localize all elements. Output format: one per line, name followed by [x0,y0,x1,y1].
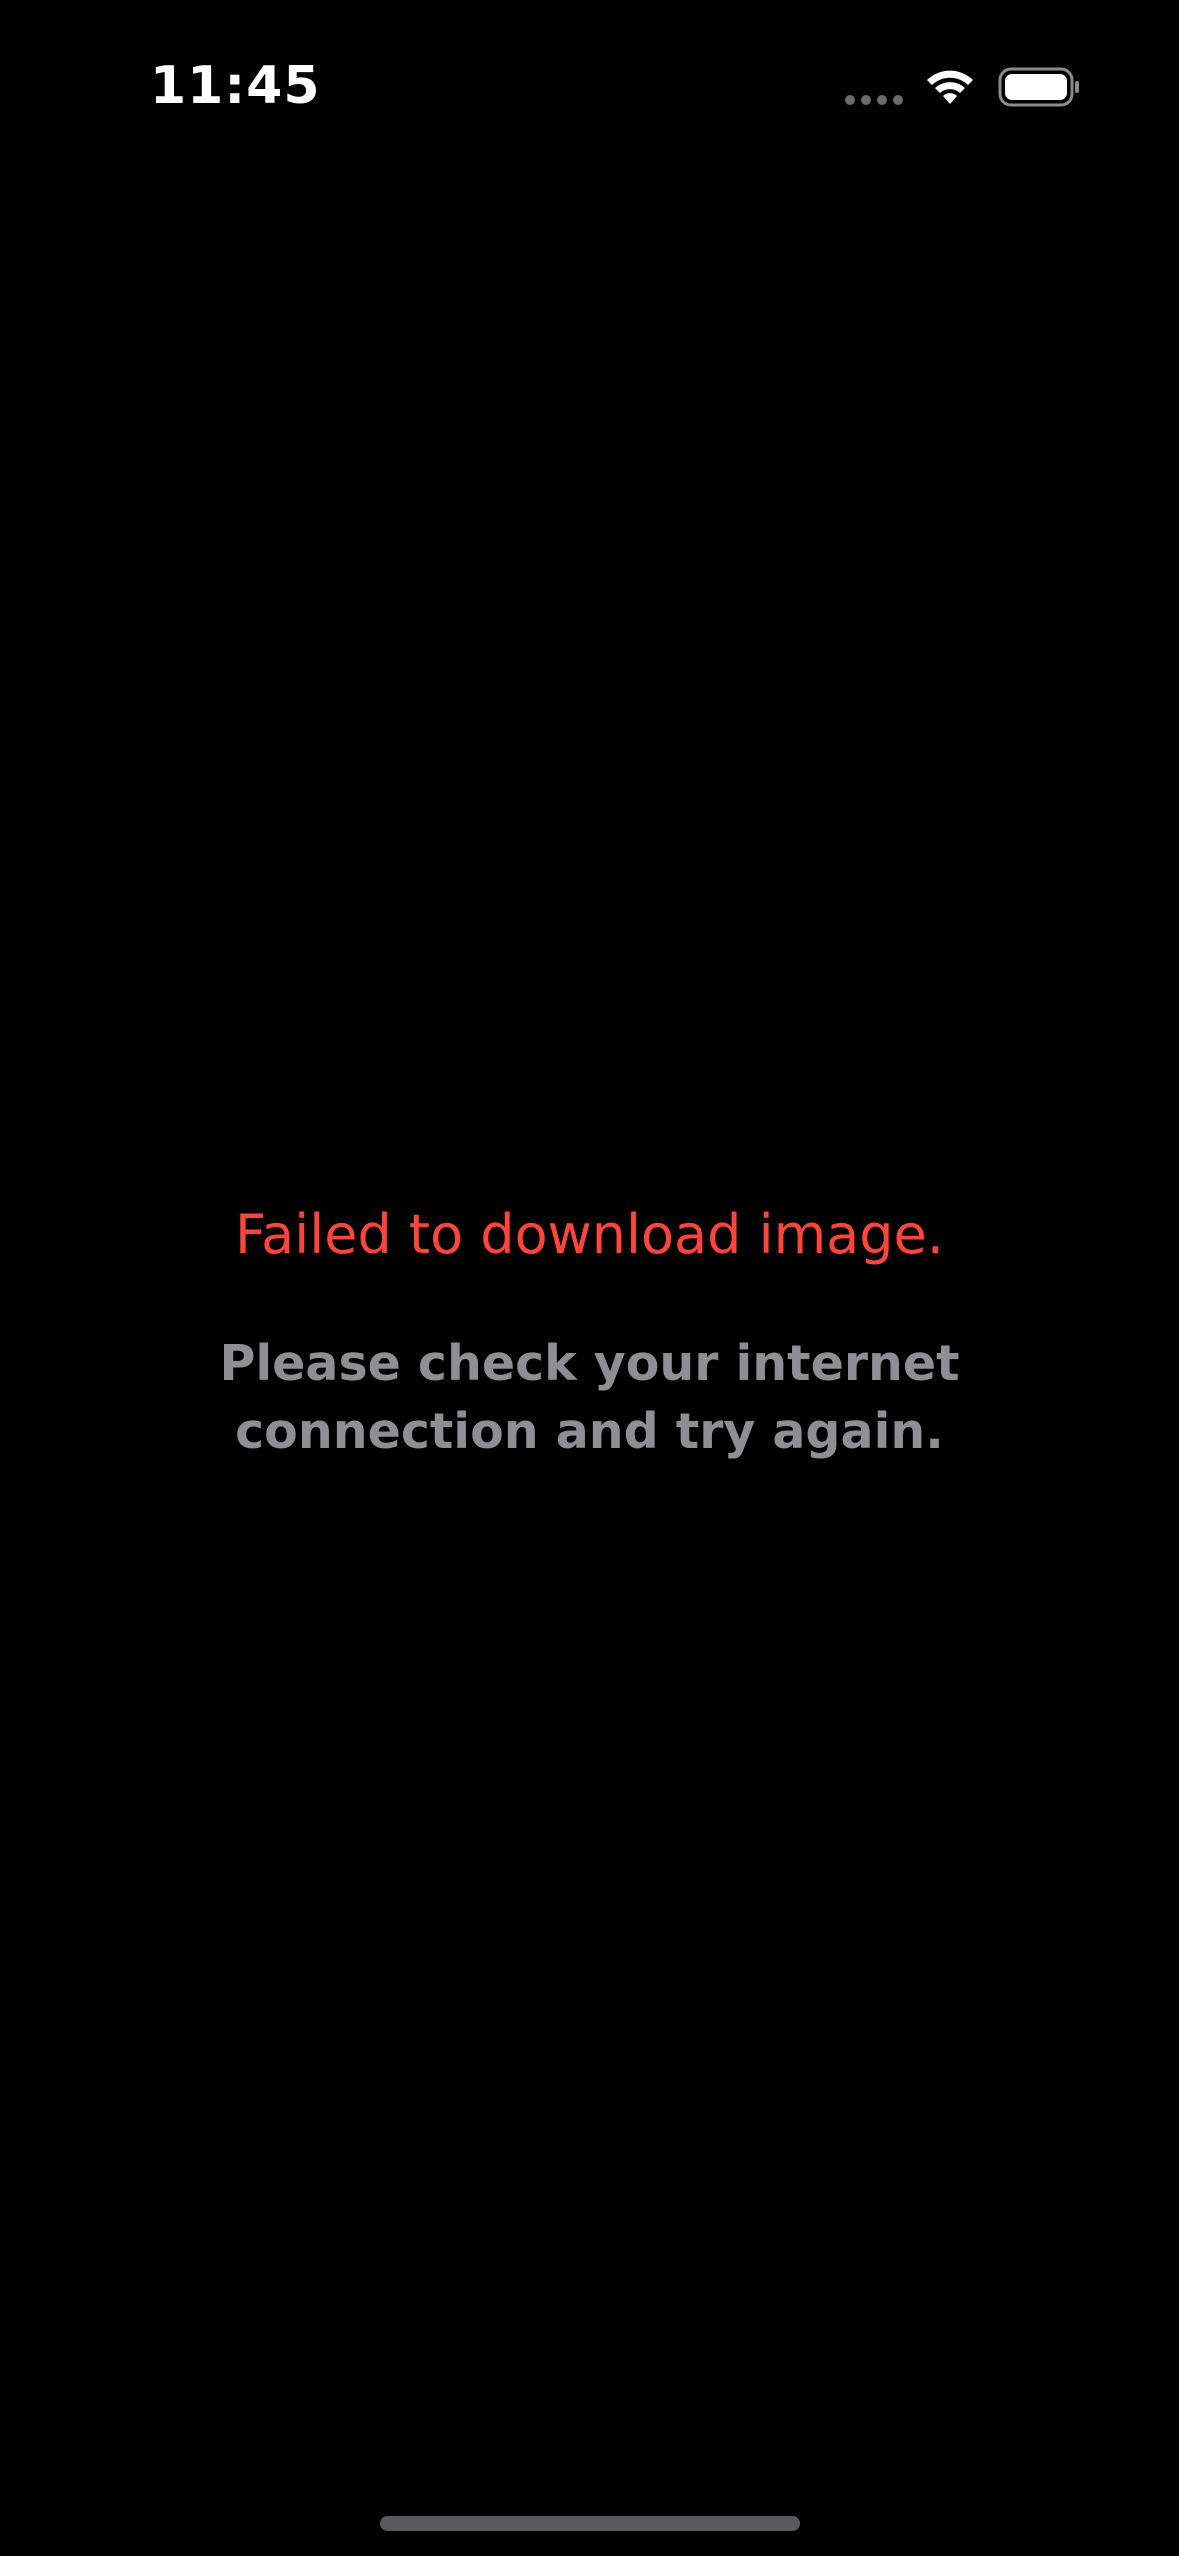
cellular-signal-icon [845,95,903,105]
wifi-icon [927,70,973,104]
status-time: 11:45 [150,56,321,116]
error-title: Failed to download image. [235,1203,944,1266]
home-indicator[interactable] [380,2516,800,2531]
error-detail: Please check your internet connection an… [219,1335,960,1460]
error-message: Failed to download image. Please check y… [0,1200,1179,1466]
battery-icon [998,67,1079,107]
status-bar: 11:45 [0,0,1179,170]
